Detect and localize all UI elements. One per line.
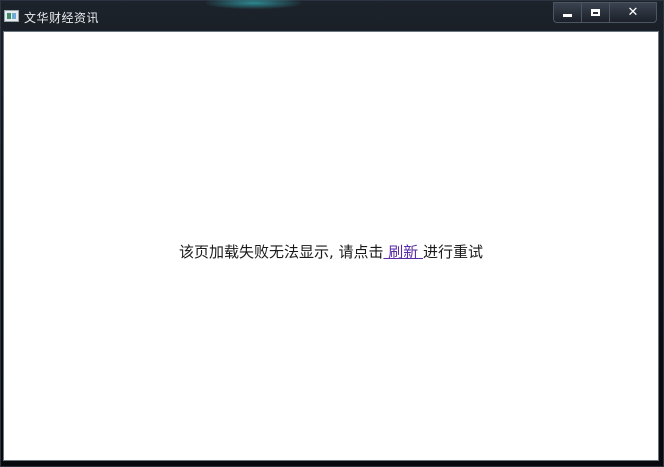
- window-controls: ✕: [553, 2, 657, 23]
- close-icon: ✕: [627, 5, 639, 20]
- close-button[interactable]: ✕: [610, 3, 656, 22]
- window-title: 文华财经资讯: [24, 11, 100, 25]
- app-icon: [4, 10, 19, 22]
- error-message: 该页加载失败无法显示, 请点击 刷新 进行重试: [4, 241, 658, 262]
- app-window: 文华财经资讯 ✕ 该页加载失败无法显示, 请点击 刷新 进行重试: [0, 0, 664, 467]
- error-message-suffix: 进行重试: [423, 243, 484, 261]
- title-bar[interactable]: 文华财经资讯 ✕: [1, 0, 663, 31]
- refresh-link[interactable]: 刷新: [383, 243, 423, 261]
- minimize-icon: [563, 14, 572, 17]
- minimize-button[interactable]: [554, 3, 582, 22]
- maximize-icon: [591, 9, 600, 16]
- maximize-button[interactable]: [582, 3, 610, 22]
- title-glow: [206, 0, 301, 9]
- error-message-text: 该页加载失败无法显示, 请点击: [178, 243, 384, 261]
- content-area: 该页加载失败无法显示, 请点击 刷新 进行重试: [3, 31, 659, 461]
